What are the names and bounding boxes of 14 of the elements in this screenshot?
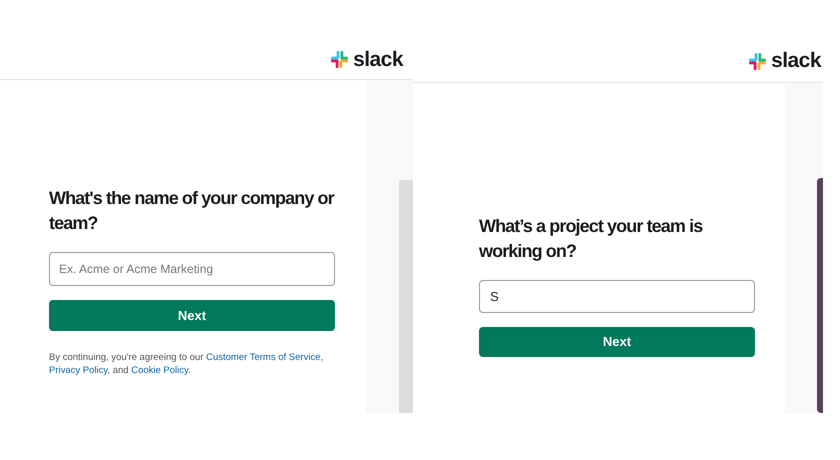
logo-wordmark: slack: [771, 48, 821, 74]
policy-link[interactable]: Cookie Policy: [131, 365, 188, 376]
policy-link[interactable]: Privacy Policy: [49, 365, 108, 376]
form-heading: What’s a project your team is working on?: [479, 215, 704, 263]
form-heading: What's the name of your company or team?: [49, 187, 336, 235]
next-button[interactable]: Next: [479, 327, 755, 357]
input-field[interactable]: S: [479, 280, 755, 313]
logo-icon: [748, 52, 768, 70]
next-button[interactable]: Next: [49, 300, 335, 331]
input-field[interactable]: Ex. Acme or Acme Marketing: [49, 252, 335, 286]
logo-wordmark: slack: [353, 46, 403, 73]
terms-text: By continuing, you're agreeing to our Customer Terms of Service, Privacy Policy, and Cookie Policy.: [49, 351, 324, 377]
policy-link[interactable]: Customer Terms of Service: [206, 352, 320, 363]
logo-icon: [330, 50, 350, 69]
